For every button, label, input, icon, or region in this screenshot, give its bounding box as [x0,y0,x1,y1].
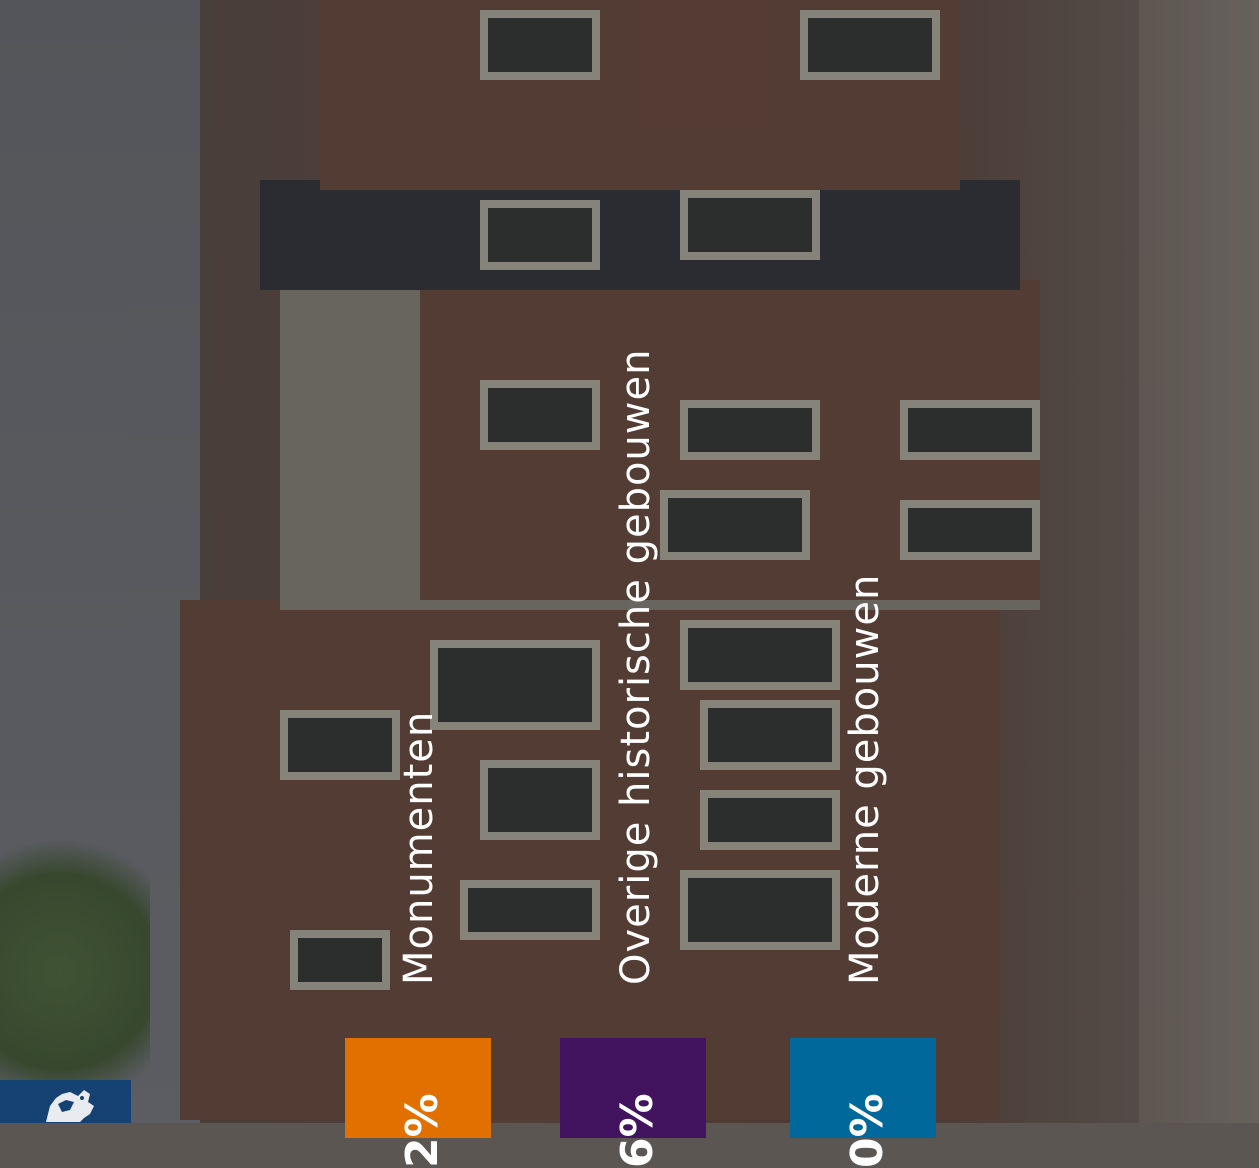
rijksoverheid-lion-emblem-icon [46,1090,94,1122]
percentage-value: 2% [397,1093,448,1168]
category-label-monumenten: Monumenten [396,710,442,985]
percentage-value: 6% [612,1093,663,1168]
percentage-value: 0% [842,1093,893,1168]
percentage-bar-overige-historische-gebouwen: 6% [560,1038,706,1168]
category-label-overige-historische-gebouwen: Overige historische gebouwen [613,348,659,985]
percentage-bar-monumenten: 2% [345,1038,491,1168]
percentage-bar-moderne-gebouwen: 0% [790,1038,936,1168]
rijksoverheid-logo [0,1080,131,1123]
category-label-moderne-gebouwen: Moderne gebouwen [842,573,888,985]
